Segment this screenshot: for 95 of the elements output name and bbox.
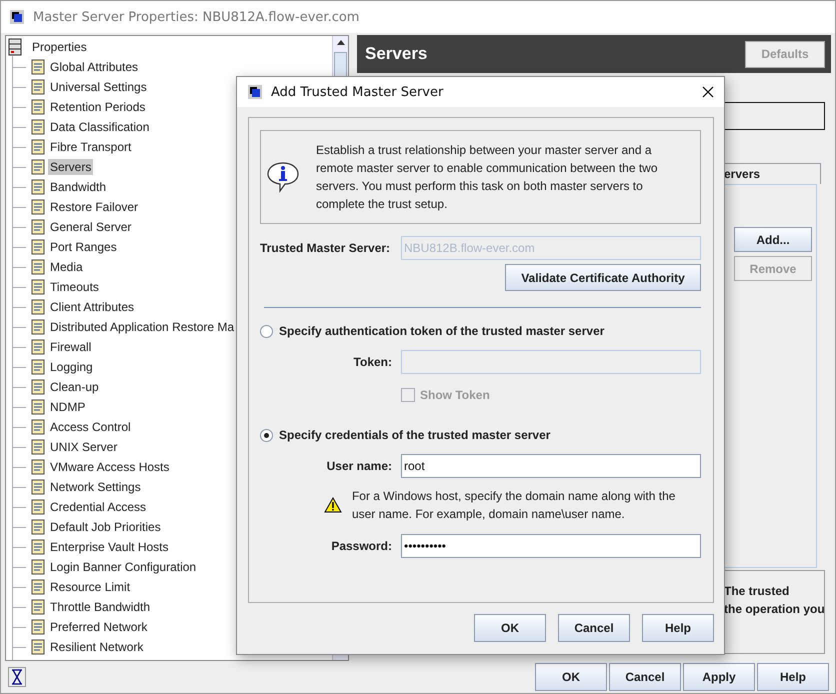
tab[interactable]: ervers <box>723 163 821 184</box>
window-title: Master Server Properties: NBU812A.flow-ever.com <box>33 10 360 24</box>
document-icon <box>30 499 46 515</box>
tree-item[interactable]: NDMP <box>48 399 88 415</box>
document-icon <box>30 619 46 635</box>
tree-item[interactable]: Firewall <box>48 339 94 355</box>
document-icon <box>30 399 46 415</box>
app-icon <box>247 84 263 100</box>
document-icon <box>30 539 46 555</box>
field-label: Trusted Master Server: <box>260 241 392 255</box>
tree-root-label[interactable]: Properties <box>30 39 89 55</box>
warning-icon <box>324 497 342 513</box>
tree-item[interactable]: Resource Limit <box>48 579 132 595</box>
tree-item[interactable]: UNIX Server <box>48 439 120 455</box>
tree-item[interactable]: Network Settings <box>48 479 143 495</box>
validate-button[interactable]: Validate Certificate Authority <box>505 264 701 291</box>
server-icon <box>8 38 22 56</box>
document-icon <box>30 439 46 455</box>
hourglass-icon[interactable] <box>8 667 26 687</box>
app-icon <box>9 9 25 25</box>
tree-item[interactable]: Logging <box>48 359 95 375</box>
tree-item[interactable]: Credential Access <box>48 499 148 515</box>
warning-text: For a Windows host, specify the domain name along with the user name. For example, domain name\user name. <box>352 488 676 523</box>
document-icon <box>30 239 46 255</box>
tree-item[interactable]: Retention Periods <box>48 99 148 115</box>
info-icon <box>266 161 300 193</box>
footer-button[interactable]: Help <box>757 663 829 691</box>
footer-button[interactable]: Apply <box>683 663 755 691</box>
tree-item[interactable]: Login Banner Configuration <box>48 559 198 575</box>
panel-title: Servers <box>365 44 428 64</box>
dialog-button[interactable]: OK <box>474 614 546 642</box>
document-icon <box>30 259 46 275</box>
tree-item[interactable]: Resilient Network <box>48 639 146 655</box>
field-label: Password: <box>330 539 393 553</box>
tree-item[interactable]: Data Classification <box>48 119 152 135</box>
document-icon <box>30 419 46 435</box>
document-icon <box>30 59 46 75</box>
tree-item[interactable]: Fibre Transport <box>48 139 134 155</box>
tree-item[interactable]: Bandwidth <box>48 179 108 195</box>
document-icon <box>30 579 46 595</box>
document-icon <box>30 599 46 615</box>
tree-item[interactable]: Enterprise Vault Hosts <box>48 539 170 555</box>
dialog-button[interactable]: Cancel <box>558 614 630 642</box>
document-icon <box>30 359 46 375</box>
document-icon <box>30 559 46 575</box>
option-label[interactable]: Specify credentials of the trusted master server <box>279 428 550 442</box>
tree-item[interactable]: Client Attributes <box>48 299 136 315</box>
document-icon <box>30 199 46 215</box>
dialog-button[interactable]: Help <box>642 614 714 642</box>
document-icon <box>30 179 46 195</box>
document-icon <box>30 279 46 295</box>
document-icon <box>30 519 46 535</box>
tree-item[interactable]: VMware Access Hosts <box>48 459 172 475</box>
tree-item[interactable]: Timeouts <box>48 279 101 295</box>
note-text: the operation you <box>724 601 824 618</box>
document-icon <box>30 99 46 115</box>
radio-button[interactable] <box>260 428 273 442</box>
password-field[interactable]: •••••••••• <box>401 534 701 558</box>
dialog-title: Add Trusted Master Server <box>271 84 444 100</box>
tree-item[interactable]: General Server <box>48 219 134 235</box>
radio-button[interactable] <box>260 324 273 338</box>
note-text: The trusted <box>724 583 790 600</box>
tree-item[interactable]: Global Attributes <box>48 59 140 75</box>
tree-item[interactable]: Distributed Application Restore Ma <box>48 319 236 335</box>
document-icon <box>30 119 46 135</box>
document-icon <box>30 479 46 495</box>
tree-item[interactable]: Access Control <box>48 419 133 435</box>
document-icon <box>30 639 46 655</box>
document-icon <box>30 139 46 155</box>
tree-item[interactable]: Servers <box>48 159 94 175</box>
field-label: User name: <box>326 459 393 473</box>
document-icon <box>30 219 46 235</box>
tree-item[interactable]: Restore Failover <box>48 199 140 215</box>
tree-item[interactable]: Port Ranges <box>48 239 119 255</box>
option-label[interactable]: Specify authentication token of the trusted master server <box>279 324 604 338</box>
tree-item[interactable]: Throttle Bandwidth <box>48 599 152 615</box>
document-icon <box>30 319 46 335</box>
document-icon <box>30 379 46 395</box>
document-icon <box>30 339 46 355</box>
tree-item[interactable]: Media <box>48 259 85 275</box>
footer-button[interactable]: OK <box>535 663 607 691</box>
tree-item[interactable]: Default Job Priorities <box>48 519 163 535</box>
tree-item[interactable]: Preferred Network <box>48 619 150 635</box>
add-button[interactable]: Add... <box>734 227 812 252</box>
user-name-field[interactable]: root <box>401 454 701 478</box>
close-icon[interactable] <box>702 86 714 98</box>
footer-button[interactable]: Cancel <box>609 663 681 691</box>
info-text: Establish a trust relationship between your master server and a remote master server to enable communication between the two servers. You must perform this task on both master servers to complete the trust setup. <box>316 142 659 213</box>
document-icon <box>30 159 46 175</box>
field-label: Token: <box>352 355 393 369</box>
tree-item[interactable]: Clean-up <box>48 379 101 395</box>
tree-item[interactable]: Universal Settings <box>48 79 149 95</box>
document-icon <box>30 79 46 95</box>
document-icon <box>30 299 46 315</box>
document-icon <box>30 459 46 475</box>
